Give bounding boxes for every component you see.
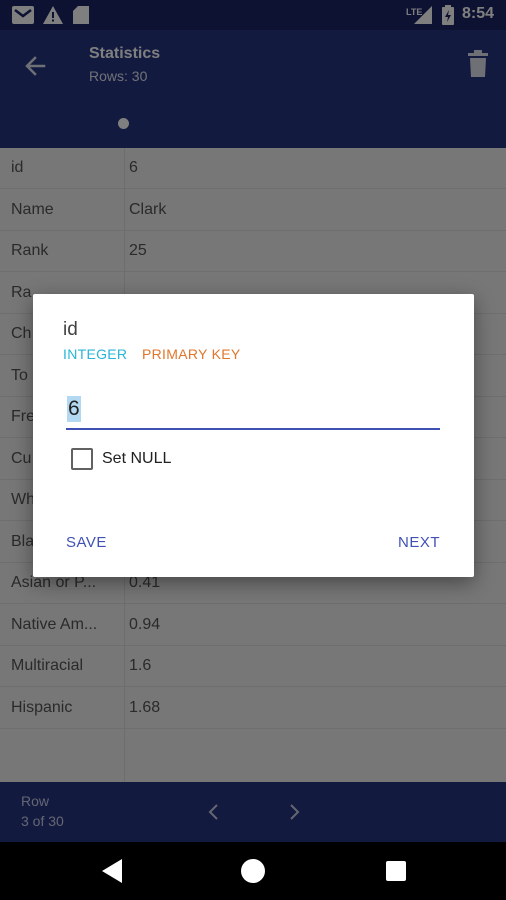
dialog-title: id xyxy=(63,319,78,340)
triangle-back-icon xyxy=(102,859,122,883)
value-input-text[interactable]: 6 xyxy=(67,396,81,422)
value-input[interactable] xyxy=(66,392,440,430)
set-null-checkbox[interactable] xyxy=(71,448,93,470)
nav-home-button[interactable] xyxy=(241,859,265,883)
system-navigation-bar xyxy=(0,842,506,900)
edit-field-dialog: id INTEGER PRIMARY KEY 6 Set NULL SAVE N… xyxy=(33,294,474,577)
nav-recents-button[interactable] xyxy=(386,861,406,881)
next-button[interactable]: NEXT xyxy=(398,534,440,551)
field-type: INTEGER xyxy=(63,346,128,362)
field-constraint: PRIMARY KEY xyxy=(142,346,241,362)
nav-back-button[interactable] xyxy=(100,858,124,884)
save-button[interactable]: SAVE xyxy=(66,534,107,551)
set-null-label[interactable]: Set NULL xyxy=(102,450,171,468)
